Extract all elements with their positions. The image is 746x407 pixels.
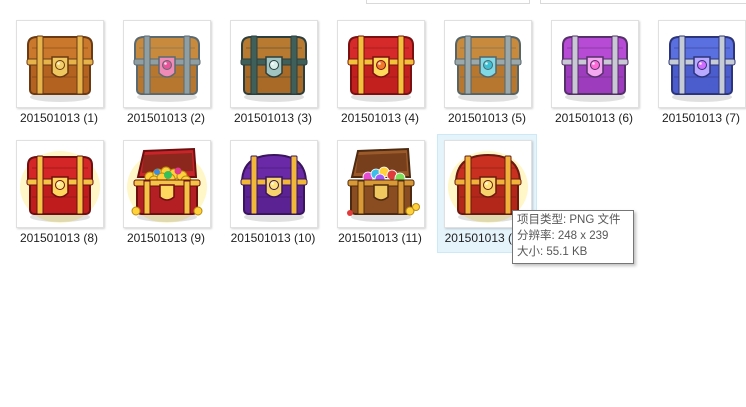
file-name: 201501013 (11) xyxy=(338,231,422,245)
file-name: 201501013 (4) xyxy=(340,111,420,125)
file-item[interactable]: 201501013 (2) xyxy=(117,15,215,132)
file-name: 201501013 (1) xyxy=(19,111,99,125)
purple-winged-chest-icon xyxy=(551,20,639,108)
tooltip-type: 项目类型: PNG 文件 xyxy=(517,214,621,226)
file-name: 201501013 (3) xyxy=(233,111,313,125)
blue-silver-chest-icon xyxy=(658,20,746,108)
file-info-tooltip: 项目类型: PNG 文件 分辨率: 248 x 239 大小: 55.1 KB xyxy=(512,210,634,264)
tooltip-dimensions: 分辨率: 248 x 239 xyxy=(517,230,609,242)
file-name: 201501013 (8) xyxy=(19,231,99,245)
file-name: 201501013 (2) xyxy=(126,111,206,125)
tooltip-size: 大小: 55.1 KB xyxy=(517,246,588,258)
red-lucky-chest-icon xyxy=(16,140,104,228)
pink-heart-chest-icon xyxy=(123,20,211,108)
file-item[interactable]: 201501013 (3) xyxy=(224,15,322,132)
purple-gold-chest-icon xyxy=(230,140,318,228)
file-item[interactable]: 201501013 (5) xyxy=(438,15,536,132)
file-name: 201501013 (10) xyxy=(230,231,316,245)
file-item[interactable]: 201501013 (1) xyxy=(10,15,108,132)
file-item[interactable]: 201501013 (10) xyxy=(224,135,322,252)
dark-teal-chest-icon xyxy=(230,20,318,108)
file-item[interactable]: 201501013 (7) xyxy=(652,15,746,132)
file-name: 201501013 (9) xyxy=(126,231,206,245)
address-bar-edge[interactable] xyxy=(366,0,530,4)
file-name: 201501013 (7) xyxy=(661,111,741,125)
file-item[interactable]: 201501013 (8) xyxy=(10,135,108,252)
file-item[interactable]: 201501013 (6) xyxy=(545,15,643,132)
search-box-edge[interactable] xyxy=(540,0,746,4)
wooden-chest-icon xyxy=(16,20,104,108)
red-gold-chest-icon xyxy=(337,20,425,108)
file-item[interactable]: 201501013 (9) xyxy=(117,135,215,252)
file-name: 201501013 (5) xyxy=(447,111,527,125)
open-gem-chest-icon xyxy=(337,140,425,228)
file-item[interactable]: 201501013 (11) xyxy=(331,135,429,252)
file-name: 201501013 (6) xyxy=(554,111,634,125)
cyan-silver-chest-icon xyxy=(444,20,532,108)
file-item[interactable]: 201501013 (4) xyxy=(331,15,429,132)
open-gold-coin-chest-icon xyxy=(123,140,211,228)
